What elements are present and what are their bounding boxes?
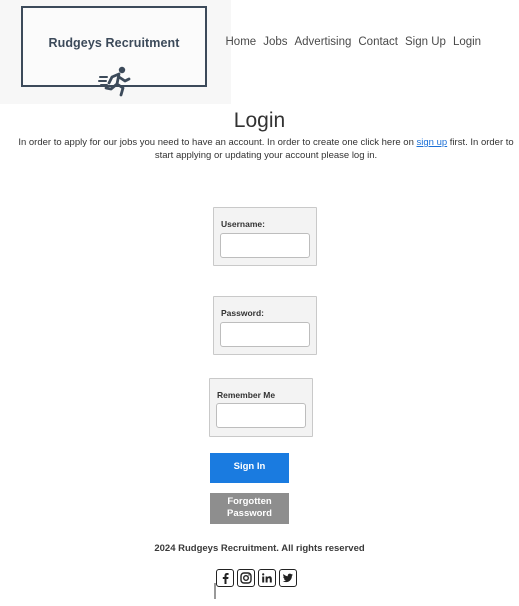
runner-icon: [98, 66, 131, 97]
nav-advertising[interactable]: Advertising: [291, 36, 355, 48]
forgotten-password-line2: Password: [227, 508, 272, 519]
nav-login[interactable]: Login: [449, 36, 484, 48]
username-label: Username:: [221, 219, 265, 229]
forgotten-password-button[interactable]: Forgotten Password: [210, 493, 289, 524]
password-label: Password:: [221, 308, 264, 318]
linkedin-icon[interactable]: [258, 569, 276, 587]
username-input[interactable]: [220, 233, 310, 258]
facebook-icon[interactable]: [216, 569, 234, 587]
instagram-icon[interactable]: [237, 569, 255, 587]
sign-in-button[interactable]: Sign In: [210, 453, 289, 483]
remember-me-group: Remember Me: [209, 378, 313, 437]
twitter-icon[interactable]: [279, 569, 297, 587]
page-title: Login: [233, 109, 286, 132]
username-group: Username:: [213, 207, 317, 266]
nav-sign-up[interactable]: Sign Up: [402, 36, 450, 48]
social-links: [216, 569, 297, 587]
password-group: Password:: [213, 296, 317, 355]
remember-me-input[interactable]: [216, 403, 306, 428]
intro-text: In order to apply for our jobs you need …: [18, 137, 514, 162]
logo-text: Rudgeys Recruitment: [48, 36, 180, 50]
intro-text-part1: In order to apply for our jobs you need …: [18, 137, 417, 148]
password-input[interactable]: [220, 322, 310, 347]
forgotten-password-line1: Forgotten: [227, 496, 272, 507]
logo-area: Rudgeys Recruitment: [0, 0, 231, 104]
site-logo[interactable]: Rudgeys Recruitment: [21, 6, 207, 97]
nav-contact[interactable]: Contact: [355, 36, 402, 48]
main-nav: Home Jobs Advertising Contact Sign Up Lo…: [222, 36, 485, 48]
nav-jobs[interactable]: Jobs: [260, 36, 291, 48]
sign-up-link[interactable]: sign up: [417, 137, 448, 148]
nav-home[interactable]: Home: [222, 36, 260, 48]
remember-me-label: Remember Me: [217, 390, 276, 400]
copyright-text: 2024 Rudgeys Recruitment. All rights res…: [154, 543, 365, 554]
